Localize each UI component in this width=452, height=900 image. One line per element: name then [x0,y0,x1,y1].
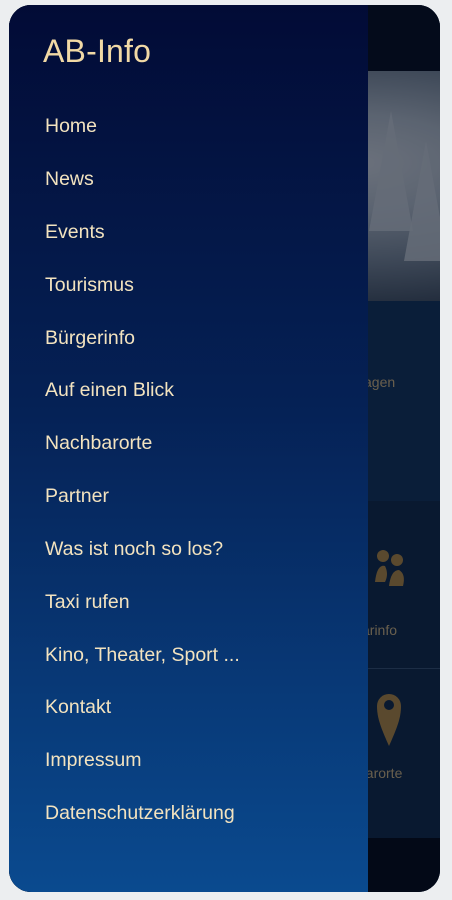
menu-item-news[interactable]: News [45,166,94,192]
menu-item-datenschutzerklaerung[interactable]: Datenschutzerklärung [45,800,235,826]
menu-item-taxi-rufen[interactable]: Taxi rufen [45,589,130,615]
menu-item-partner[interactable]: Partner [45,483,109,509]
menu-item-nachbarorte[interactable]: Nachbarorte [45,430,152,456]
menu-item-impressum[interactable]: Impressum [45,747,141,773]
menu-item-home[interactable]: Home [45,113,97,139]
menu-item-tourismus[interactable]: Tourismus [45,272,134,298]
menu-item-was-ist-noch-so-los[interactable]: Was ist noch so los? [45,536,223,562]
menu-item-buergerinfo[interactable]: Bürgerinfo [45,325,135,351]
menu-item-events[interactable]: Events [45,219,105,245]
menu-item-kino-theater-sport[interactable]: Kino, Theater, Sport ... [45,642,240,668]
navigation-drawer: AB-Info Home News Events Tourismus Bürge… [9,5,368,892]
phone-screen: agen arinfo barorte AB-Info Home News Ev… [9,5,440,892]
menu-item-kontakt[interactable]: Kontakt [45,694,111,720]
menu-item-auf-einen-blick[interactable]: Auf einen Blick [45,377,174,403]
drawer-title: AB-Info [43,33,152,69]
